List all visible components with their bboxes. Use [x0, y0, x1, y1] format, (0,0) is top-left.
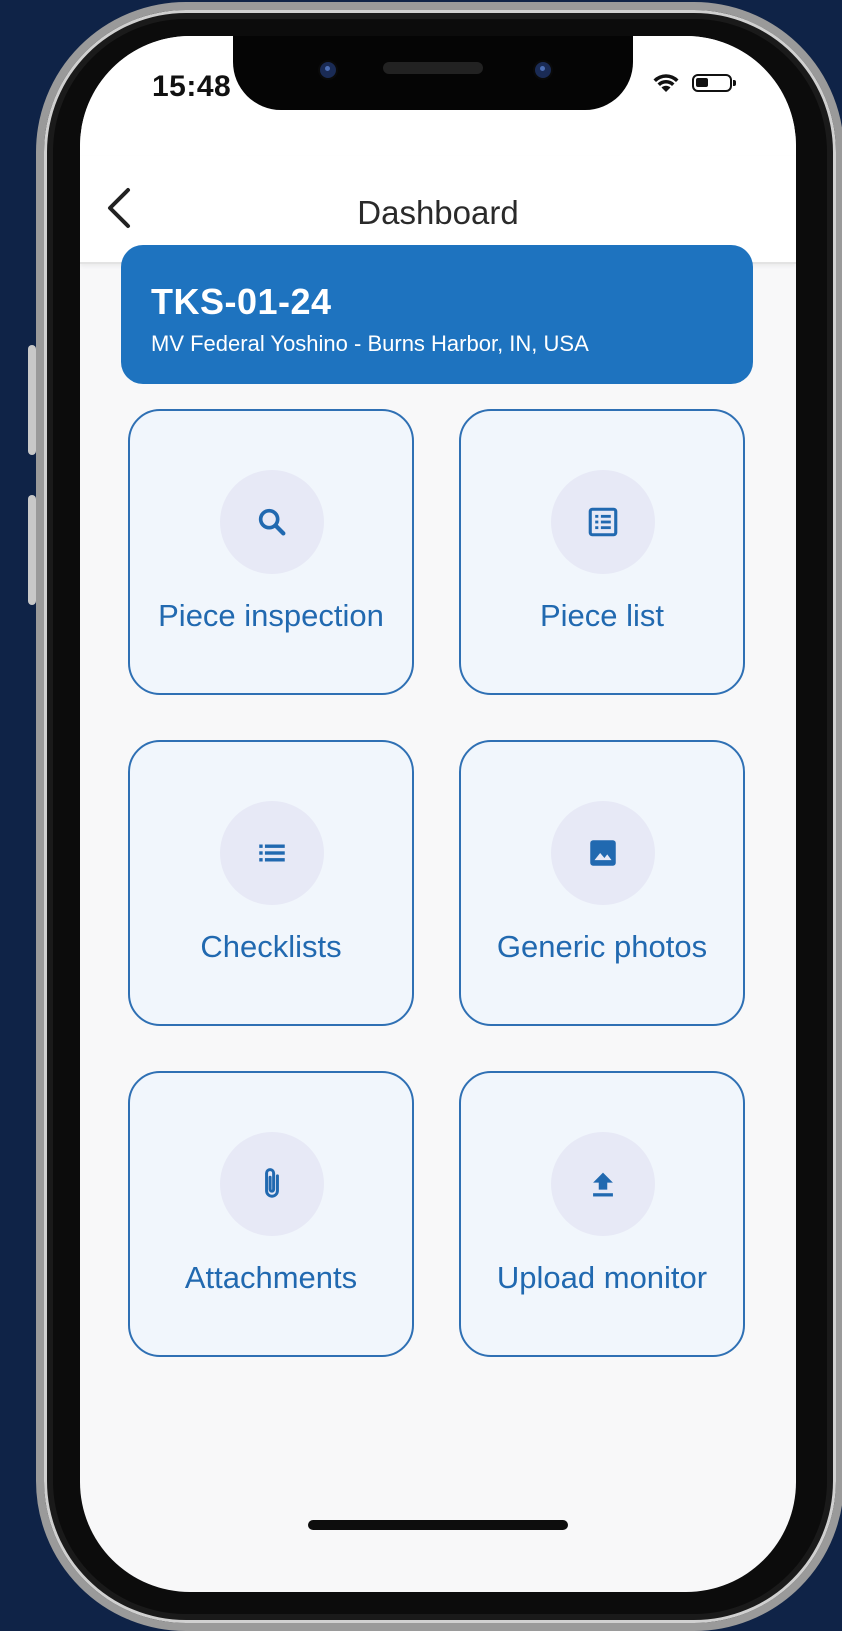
- tile-piece-inspection[interactable]: Piece inspection: [128, 409, 414, 695]
- image-icon: [590, 840, 616, 866]
- tile-checklists[interactable]: Checklists: [128, 740, 414, 1026]
- icon-circle: [220, 801, 324, 905]
- tile-label: Piece inspection: [158, 598, 384, 633]
- icon-circle: [220, 470, 324, 574]
- icon-circle: [551, 470, 655, 574]
- paperclip-icon: [265, 1168, 279, 1198]
- speaker-grille: [383, 62, 483, 74]
- battery-icon: [692, 74, 736, 92]
- icon-circle: [551, 801, 655, 905]
- page-title: Dashboard: [357, 194, 519, 231]
- tile-label: Upload monitor: [496, 1260, 708, 1295]
- tile-upload-monitor[interactable]: Upload monitor: [459, 1071, 745, 1357]
- tile-piece-list[interactable]: Piece list: [459, 409, 745, 695]
- tile-generic-photos[interactable]: Generic photos: [459, 740, 745, 1026]
- status-bar: 15:48: [80, 36, 796, 156]
- tile-attachments[interactable]: Attachments: [128, 1071, 414, 1357]
- side-button-mute: [28, 345, 36, 455]
- list-alt-icon: [588, 507, 618, 537]
- list-icon: [259, 844, 285, 862]
- tile-label: Attachments: [184, 1260, 358, 1295]
- search-icon: [258, 508, 286, 536]
- job-subtitle: MV Federal Yoshino - Burns Harbor, IN, U…: [151, 331, 589, 356]
- app-screen: 15:48 Dashboard TKS-01-24 MV Federal Yos…: [80, 36, 796, 1592]
- icon-circle: [220, 1132, 324, 1236]
- status-time: 15:48: [152, 70, 232, 103]
- icon-circle: [551, 1132, 655, 1236]
- camera-icon: [318, 60, 338, 80]
- notch: [233, 36, 633, 110]
- tile-label: Generic photos: [496, 929, 708, 964]
- upload-icon: [593, 1172, 613, 1197]
- tile-label: Piece list: [539, 598, 665, 633]
- side-button-volume: [28, 495, 36, 605]
- wifi-icon: [653, 74, 679, 92]
- job-code: TKS-01-24: [151, 281, 332, 322]
- tile-label: Checklists: [200, 929, 342, 964]
- home-indicator[interactable]: [308, 1520, 568, 1530]
- sensor-icon: [533, 60, 553, 80]
- status-icons: [652, 72, 736, 94]
- job-card: TKS-01-24 MV Federal Yoshino - Burns Har…: [121, 245, 753, 384]
